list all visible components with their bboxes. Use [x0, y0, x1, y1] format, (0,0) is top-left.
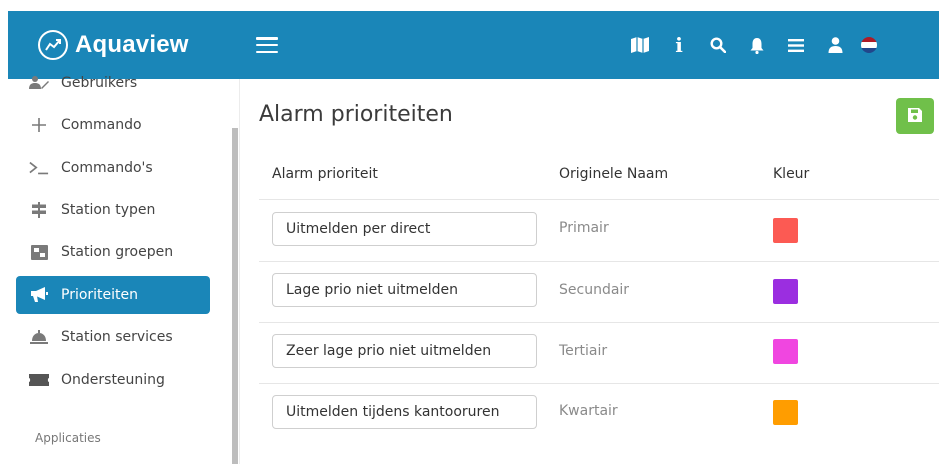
original-name: Primair	[559, 220, 609, 236]
plus-icon	[29, 117, 49, 133]
sidebar-item-label: Gebruikers	[61, 75, 138, 91]
sidebar-item-label: Commando's	[61, 160, 153, 176]
logo-icon	[38, 30, 68, 60]
sidebar-item-commandos[interactable]: Commando's	[16, 149, 210, 187]
flag-nl-icon[interactable]	[861, 37, 877, 53]
color-swatch[interactable]	[773, 218, 798, 243]
sidebar-item-label: Station typen	[61, 202, 156, 218]
terminal-icon	[29, 160, 49, 176]
users-icon	[29, 75, 49, 91]
original-name: Secundair	[559, 282, 630, 298]
sidebar-item-station-typen[interactable]: Station typen	[16, 191, 210, 229]
list-icon[interactable]	[786, 35, 806, 55]
column-header-color: Kleur	[773, 166, 810, 182]
priority-input[interactable]	[272, 212, 537, 246]
sidebar-item-label: Ondersteuning	[61, 372, 165, 388]
save-icon	[908, 107, 922, 126]
info-icon[interactable]: i	[669, 35, 689, 55]
sidebar-item-commando[interactable]: Commando	[16, 106, 210, 144]
priority-input[interactable]	[272, 395, 537, 429]
row-divider	[259, 322, 939, 323]
sidebar-item-label: Station groepen	[61, 244, 174, 260]
sidebar-item-prioriteiten[interactable]: Prioriteiten	[16, 276, 210, 314]
save-button[interactable]	[896, 98, 934, 134]
sidebar-item-gebruikers[interactable]: Gebruikers	[16, 64, 210, 102]
user-icon[interactable]	[825, 35, 845, 55]
brand-name: Aquaview	[75, 31, 189, 58]
row-divider	[259, 383, 939, 384]
column-header-priority: Alarm prioriteit	[272, 166, 378, 182]
bell-icon[interactable]	[747, 35, 767, 55]
map-icon[interactable]	[630, 35, 650, 55]
original-name: Kwartair	[559, 403, 618, 419]
group-icon	[29, 244, 49, 260]
color-swatch[interactable]	[773, 279, 798, 304]
brand[interactable]: Aquaview	[8, 30, 240, 60]
header-toolbar: i	[630, 11, 877, 79]
original-name: Tertiair	[559, 343, 608, 359]
search-icon[interactable]	[708, 35, 728, 55]
sidebar-item-station-services[interactable]: Station services	[16, 318, 210, 356]
sidebar-item-label: Prioriteiten	[61, 287, 139, 303]
priority-input[interactable]	[272, 273, 537, 307]
app-window: Aquaview i Gebruikers Commando Commando'…	[0, 0, 939, 464]
column-header-original: Originele Naam	[559, 166, 669, 182]
color-swatch[interactable]	[773, 339, 798, 364]
color-swatch[interactable]	[773, 400, 798, 425]
sidebar-item-label: Commando	[61, 117, 142, 133]
row-divider	[259, 261, 939, 262]
bell-service-icon	[29, 329, 49, 345]
sidebar-item-station-groepen[interactable]: Station groepen	[16, 233, 210, 271]
header-divider	[259, 199, 939, 200]
priority-input[interactable]	[272, 334, 537, 368]
megaphone-icon	[29, 287, 49, 303]
sidebar-section-applicaties: Applicaties	[35, 431, 101, 445]
ticket-icon	[29, 372, 49, 388]
menu-toggle-icon[interactable]	[256, 37, 278, 53]
sidebar-item-ondersteuning[interactable]: Ondersteuning	[16, 361, 210, 399]
page-title: Alarm prioriteiten	[259, 102, 453, 127]
sidebar-scrollbar[interactable]	[232, 128, 238, 464]
sidebar-item-label: Station services	[61, 329, 173, 345]
signpost-icon	[29, 202, 49, 218]
